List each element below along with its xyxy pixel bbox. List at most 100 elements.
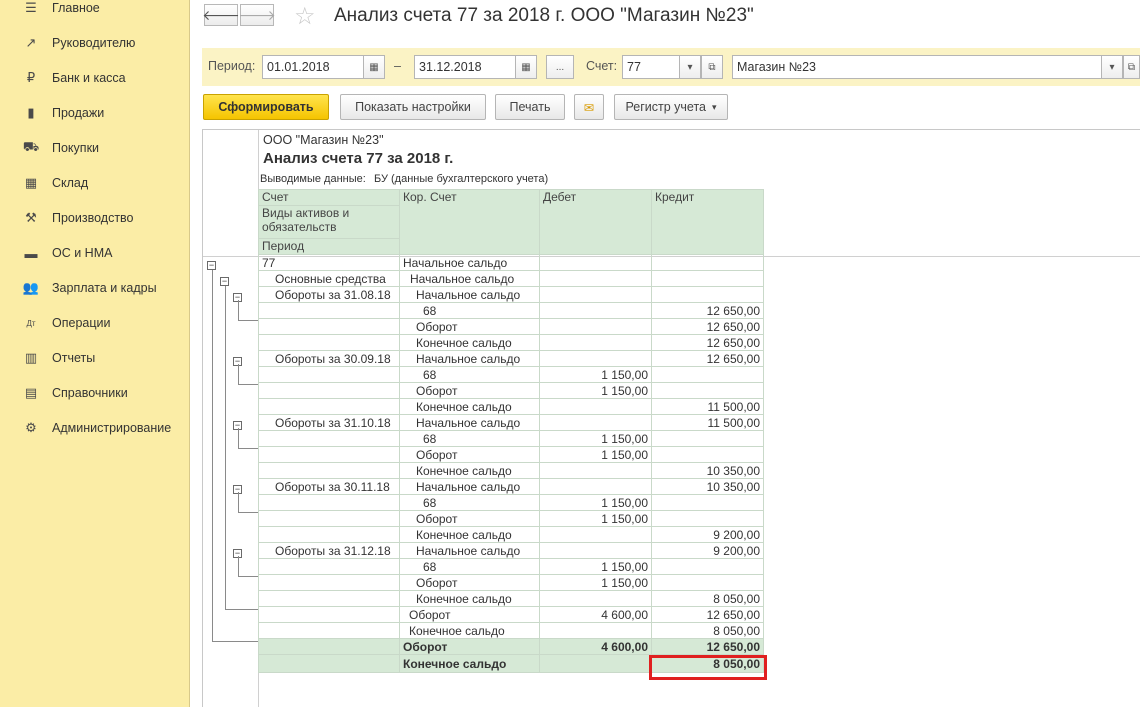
row-credit — [651, 382, 764, 399]
row-label: Обороты за 30.11.18 — [258, 478, 400, 495]
tree-line — [225, 609, 258, 610]
row-credit: 12 650,00 — [651, 302, 764, 319]
arrow-right-icon: 🡒 — [238, 6, 276, 23]
row-label — [258, 318, 400, 335]
sidebar-item-menu[interactable]: ☰ Главное — [0, 0, 190, 23]
row-corr-account: Начальное сальдо — [399, 254, 540, 271]
period-select-button[interactable]: ... — [546, 55, 574, 79]
table-row: Обороты за 30.11.18 Начальное сальдо 10 35… — [258, 478, 764, 495]
favorite-star-icon[interactable]: ☆ — [294, 2, 316, 31]
table-row: 77 Начальное сальдо — [258, 254, 764, 271]
chevron-down-icon: ▾ — [712, 101, 717, 112]
table-row: 68 1 150,00 — [258, 494, 764, 511]
organization-dropdown-button[interactable]: ▾ — [1101, 55, 1123, 79]
sidebar-item-truck[interactable]: ⛟ Покупки — [0, 133, 190, 163]
back-button[interactable]: 🡐 — [202, 4, 240, 26]
sidebar-item-ruble[interactable]: ₽ Банк и касса — [0, 63, 190, 93]
table-row: 68 1 150,00 — [258, 366, 764, 383]
calendar-to-button[interactable]: ▦ — [515, 55, 537, 79]
tree-line — [238, 320, 258, 321]
row-credit: 8 050,00 — [651, 622, 764, 639]
row-credit — [651, 574, 764, 591]
sidebar-item-warehouse[interactable]: ▦ Склад — [0, 168, 190, 198]
tree-line — [238, 428, 239, 448]
sidebar-item-reference[interactable]: ▤ Справочники — [0, 378, 190, 408]
header-credit: Кредит — [651, 189, 764, 255]
row-debit: 4 600,00 — [539, 606, 652, 623]
account-input[interactable]: 77 — [622, 55, 680, 79]
sidebar-item-label: Отчеты — [52, 351, 96, 365]
row-label — [258, 382, 400, 399]
sidebar-item-label: ОС и НМА — [52, 246, 113, 260]
header-debit: Дебет — [539, 189, 652, 255]
sidebar-item-gear[interactable]: ⚙ Администрирование — [0, 413, 190, 443]
sidebar-item-operations[interactable]: Дт Операции — [0, 308, 190, 338]
tree-line — [225, 286, 226, 610]
warehouse-icon: ▦ — [24, 175, 38, 190]
email-button[interactable]: ✉ — [574, 94, 604, 120]
sidebar-item-reports[interactable]: ▥ Отчеты — [0, 343, 190, 373]
table-row: Оборот 1 150,00 — [258, 574, 764, 591]
row-label — [258, 558, 400, 575]
table-row: Оборот 12 650,00 — [258, 318, 764, 335]
row-debit: 1 150,00 — [539, 494, 652, 511]
header-corr-account: Кор. Счет — [399, 189, 540, 255]
row-label — [258, 334, 400, 351]
collapse-toggle-icon[interactable]: − — [220, 277, 229, 286]
collapse-toggle-icon[interactable]: − — [207, 261, 216, 270]
sidebar-item-label: Руководителю — [52, 36, 136, 50]
row-debit — [539, 542, 652, 559]
row-credit: 8 050,00 — [651, 590, 764, 607]
row-debit — [539, 590, 652, 607]
open-icon: ⧉ — [708, 61, 716, 73]
date-to-input[interactable]: 31.12.2018 — [414, 55, 516, 79]
row-debit: 1 150,00 — [539, 574, 652, 591]
account-open-button[interactable]: ⧉ — [701, 55, 723, 79]
report-table: Счет Кор. Счет Дебет Кредит Виды активов… — [258, 189, 764, 673]
sidebar-item-people[interactable]: 👥 Зарплата и кадры — [0, 273, 190, 303]
row-corr-account: Оборот — [399, 318, 540, 335]
account-dropdown-button[interactable]: ▾ — [679, 55, 701, 79]
chevron-down-icon: ▾ — [1109, 61, 1115, 73]
sidebar-item-label: Банк и касса — [52, 71, 126, 85]
filter-bar: Период: 01.01.2018 ▦ – 31.12.2018 ▦ ... … — [202, 48, 1140, 86]
row-label — [258, 494, 400, 511]
sidebar-item-sales[interactable]: ▮ Продажи — [0, 98, 190, 128]
window-header: 🡐 🡒 ☆ Анализ счета 77 за 2018 г. ООО "Ма… — [190, 0, 1140, 44]
table-row: Обороты за 31.12.18 Начальное сальдо 9 200… — [258, 542, 764, 559]
tree-line — [238, 576, 258, 577]
row-credit: 12 650,00 — [651, 606, 764, 623]
people-icon: 👥 — [22, 280, 40, 295]
total-row: Оборот 4 600,00 12 650,00 — [258, 638, 764, 655]
row-corr-account: Конечное сальдо — [399, 334, 540, 351]
show-settings-button[interactable]: Показать настройки — [340, 94, 486, 120]
row-credit: 12 650,00 — [651, 638, 764, 655]
forward-button[interactable]: 🡒 — [238, 4, 276, 26]
open-icon: ⧉ — [1127, 61, 1136, 73]
row-credit — [651, 286, 764, 303]
sidebar-item-chart[interactable]: ↗ Руководителю — [0, 28, 190, 58]
row-credit: 9 200,00 — [651, 526, 764, 543]
account-label: Счет: — [586, 59, 618, 73]
table-row: Конечное сальдо 9 200,00 — [258, 526, 764, 543]
row-credit: 9 200,00 — [651, 542, 764, 559]
date-from-input[interactable]: 01.01.2018 — [262, 55, 364, 79]
operations-icon: Дт — [26, 318, 36, 328]
tree-line — [212, 641, 258, 642]
print-button[interactable]: Печать — [495, 94, 565, 120]
row-credit: 11 500,00 — [651, 414, 764, 431]
sidebar-item-factory[interactable]: ⚒ Производство — [0, 203, 190, 233]
sidebar-item-assets[interactable]: ▬ ОС и НМА — [0, 238, 190, 268]
tree-line — [238, 492, 239, 512]
sidebar-item-label: Производство — [52, 211, 134, 225]
generate-button[interactable]: Сформировать — [203, 94, 329, 120]
accounting-register-button[interactable]: Регистр учета ▾ — [614, 94, 728, 120]
organization-open-button[interactable]: ⧉ — [1123, 55, 1140, 79]
calendar-from-button[interactable]: ▦ — [363, 55, 385, 79]
row-credit — [651, 430, 764, 447]
row-debit — [539, 398, 652, 415]
row-label — [258, 606, 400, 623]
row-corr-account: Начальное сальдо — [399, 542, 540, 559]
row-credit: 10 350,00 — [651, 462, 764, 479]
organization-input[interactable]: Магазин №23 — [732, 55, 1102, 79]
